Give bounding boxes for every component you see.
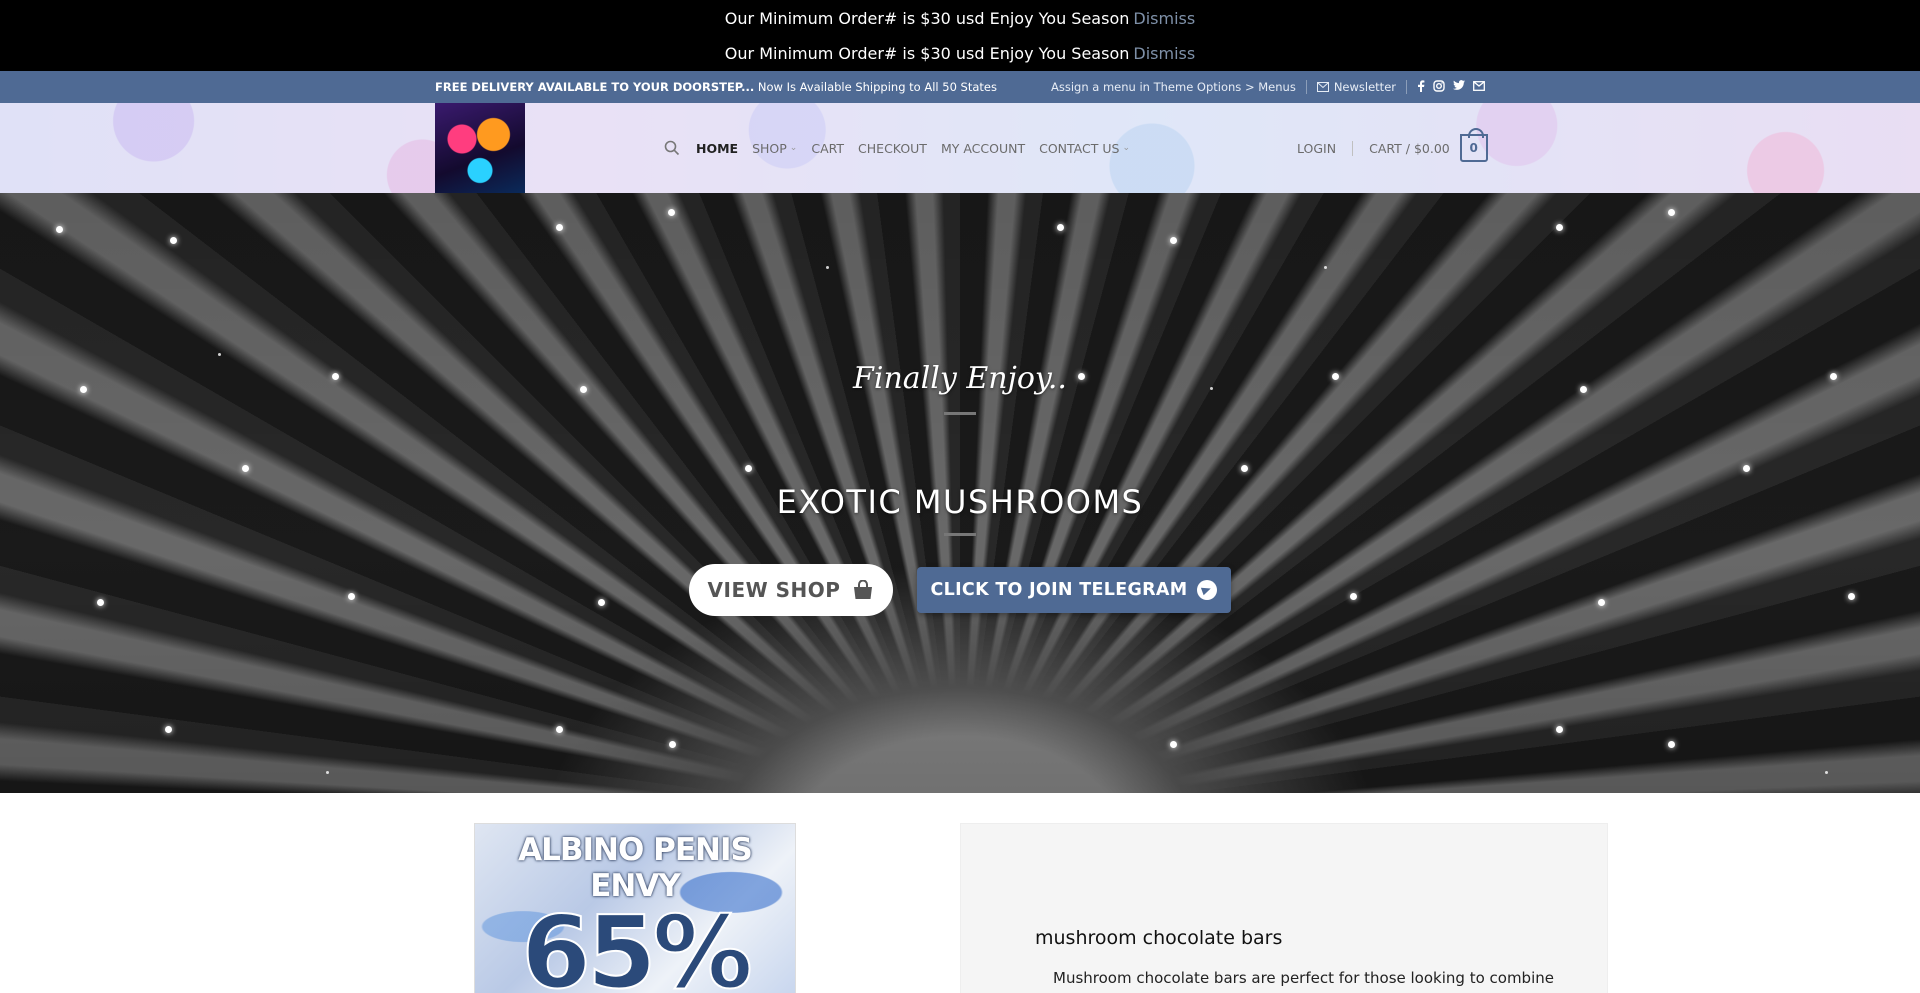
product-image[interactable]: ALBINO PENIS ENVY 65% (474, 823, 796, 993)
email-icon[interactable] (1473, 80, 1485, 94)
top-bar: FREE DELIVERY AVAILABLE TO YOUR DOORSTEP… (0, 71, 1920, 103)
login-link[interactable]: LOGIN (1297, 140, 1354, 156)
featured-section: ALBINO PENIS ENVY 65% mushroom chocolate… (0, 793, 1920, 993)
shopping-bag-icon (854, 580, 873, 599)
nav-my-account[interactable]: MY ACCOUNT (941, 141, 1025, 156)
facebook-icon[interactable] (1417, 79, 1425, 95)
cart-total: CART / $0.00 (1369, 140, 1450, 156)
view-shop-label: VIEW SHOP (707, 578, 841, 602)
telegram-icon (1197, 580, 1218, 600)
nav-label: MY ACCOUNT (940, 140, 1026, 156)
cart-count-badge: 0 (1459, 128, 1488, 162)
instagram-icon[interactable] (1433, 79, 1445, 95)
product-image-percent: 65% (520, 893, 753, 993)
info-title: mushroom chocolate bars (1035, 927, 1283, 949)
delivery-message: FREE DELIVERY AVAILABLE TO YOUR DOORSTEP… (435, 80, 997, 94)
chevron-down-icon: ⌄ (789, 143, 798, 153)
info-text: Mushroom chocolate bars are perfect for … (1053, 969, 1554, 987)
join-telegram-button[interactable]: CLICK TO JOIN TELEGRAM (917, 567, 1231, 613)
nav-shop[interactable]: SHOP ⌄ (752, 141, 797, 156)
hero-banner: Finally Enjoy.. EXOTIC MUSHROOMS VIEW SH… (0, 193, 1920, 793)
nav-contact-us[interactable]: CONTACT US ⌄ (1039, 141, 1130, 156)
menu-hint: Assign a menu in Theme Options > Menus (1050, 80, 1296, 94)
divider (1406, 80, 1407, 94)
newsletter-link[interactable]: Newsletter (1316, 80, 1396, 94)
divider (944, 533, 976, 536)
store-notice: Our Minimum Order# is $30 usd Enjoy You … (0, 36, 1920, 71)
newsletter-label: Newsletter (1333, 80, 1396, 94)
nav-label: SHOP (752, 140, 787, 156)
delivery-heading: FREE DELIVERY AVAILABLE TO YOUR DOORSTEP… (435, 80, 755, 94)
nav-label: CART (811, 140, 845, 156)
envelope-icon (1316, 82, 1329, 92)
dismiss-link[interactable]: Dismiss (1133, 9, 1195, 28)
nav-cart[interactable]: CART (811, 141, 844, 156)
twitter-icon[interactable] (1453, 80, 1465, 94)
delivery-subtext: Now Is Available Shipping to All 50 Stat… (757, 80, 997, 94)
hero-headline: EXOTIC MUSHROOMS (776, 483, 1144, 521)
header-actions: LOGIN CART / $0.00 0 (1297, 103, 1488, 193)
dismiss-link[interactable]: Dismiss (1133, 44, 1195, 63)
nav-home[interactable]: HOME (696, 141, 738, 156)
nav-label: CHECKOUT (858, 140, 927, 156)
notice-text: Our Minimum Order# is $30 usd Enjoy You … (724, 44, 1130, 63)
divider (1305, 80, 1307, 94)
join-telegram-label: CLICK TO JOIN TELEGRAM (930, 580, 1188, 600)
nav-checkout[interactable]: CHECKOUT (858, 141, 927, 156)
hero-tagline: Finally Enjoy.. (853, 361, 1067, 396)
search-icon[interactable] (664, 140, 680, 156)
view-shop-button[interactable]: VIEW SHOP (689, 564, 893, 616)
social-icons (1417, 79, 1485, 95)
site-logo[interactable] (435, 103, 525, 193)
site-header: HOME SHOP ⌄ CART CHECKOUT MY ACCOUNT CONT… (0, 103, 1920, 193)
nav-label: CONTACT US (1039, 140, 1120, 156)
store-notice: Our Minimum Order# is $30 usd Enjoy You … (0, 0, 1920, 36)
chevron-down-icon: ⌄ (1122, 143, 1130, 153)
cart-link[interactable]: CART / $0.00 0 (1369, 128, 1488, 162)
nav-label: HOME (696, 140, 739, 156)
info-panel (960, 823, 1608, 993)
divider (944, 412, 976, 415)
notice-text: Our Minimum Order# is $30 usd Enjoy You … (724, 8, 1130, 28)
main-nav: HOME SHOP ⌄ CART CHECKOUT MY ACCOUNT CONT… (664, 103, 1130, 193)
